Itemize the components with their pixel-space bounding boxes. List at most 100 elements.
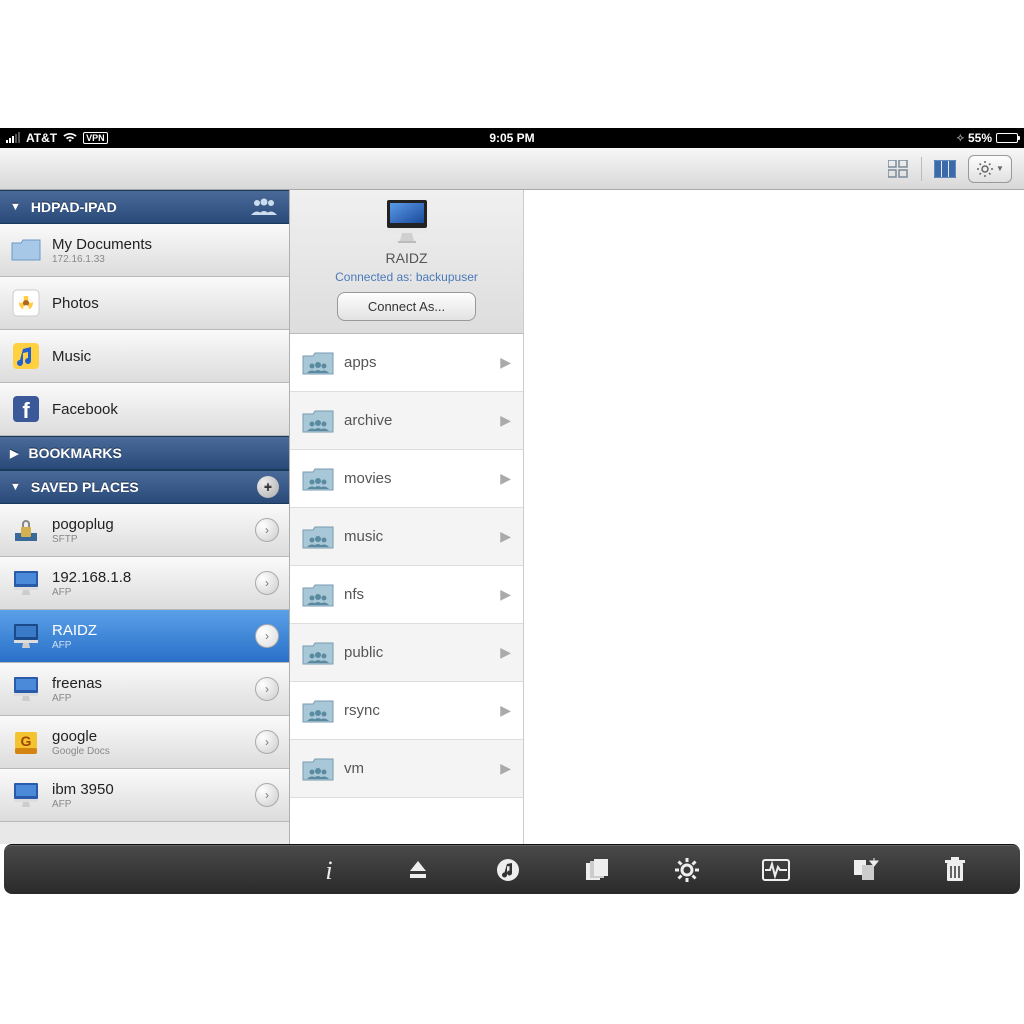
sidebar-item-label: 192.168.1.8 <box>52 569 245 586</box>
sidebar-item-sublabel: AFP <box>52 799 245 810</box>
server-name: RAIDZ <box>386 250 428 266</box>
sidebar-place-freenas[interactable]: freenas AFP › <box>0 663 289 716</box>
activity-icon[interactable] <box>760 854 792 886</box>
sidebar-item-label: ibm 3950 <box>52 781 245 798</box>
chevron-right-icon[interactable]: › <box>255 624 279 648</box>
info-icon[interactable]: i <box>313 854 345 886</box>
photos-icon <box>10 287 42 319</box>
sidebar-item-sublabel: AFP <box>52 640 245 651</box>
folder-row[interactable]: music ▶ <box>290 508 523 566</box>
svg-text:f: f <box>22 398 30 423</box>
server-header: RAIDZ Connected as: backupuser Connect A… <box>290 190 523 334</box>
sidebar-place-pogoplug[interactable]: pogoplug SFTP › <box>0 504 289 557</box>
sidebar: ▼ HDPAD-IPAD My Documents 172.16.1.33 <box>0 190 290 844</box>
sidebar-item-label: My Documents <box>52 236 279 253</box>
chevron-right-icon[interactable]: › <box>255 730 279 754</box>
folder-row[interactable]: archive ▶ <box>290 392 523 450</box>
shared-folder-icon <box>302 524 334 550</box>
folder-row[interactable]: rsync ▶ <box>290 682 523 740</box>
folder-list-column: RAIDZ Connected as: backupuser Connect A… <box>290 190 524 844</box>
section-header-bookmarks[interactable]: ▶ BOOKMARKS <box>0 436 289 470</box>
users-icon[interactable] <box>249 198 279 216</box>
sidebar-place-ip[interactable]: 192.168.1.8 AFP › <box>0 557 289 610</box>
chevron-right-icon: ▶ <box>500 586 511 603</box>
connect-as-button[interactable]: Connect As... <box>337 292 476 321</box>
shared-folder-icon <box>302 466 334 492</box>
folder-row[interactable]: movies ▶ <box>290 450 523 508</box>
eject-icon[interactable] <box>402 854 434 886</box>
vpn-badge: VPN <box>83 132 108 144</box>
add-place-button[interactable]: + <box>257 476 279 498</box>
folder-label: nfs <box>344 586 490 603</box>
folder-label: public <box>344 644 490 661</box>
chevron-right-icon[interactable]: › <box>255 783 279 807</box>
chevron-right-icon: ▶ <box>500 354 511 371</box>
battery-pct: 55% <box>968 131 992 145</box>
chevron-right-icon: ▶ <box>500 528 511 545</box>
grid-view-icon[interactable] <box>885 158 911 180</box>
chevron-right-icon: ▶ <box>500 644 511 661</box>
chevron-right-icon: ▶ <box>500 470 511 487</box>
server-connected-as: Connected as: backupuser <box>335 270 478 284</box>
section-title: HDPAD-IPAD <box>31 199 117 215</box>
gear-icon <box>976 160 994 178</box>
shared-folder-icon <box>302 350 334 376</box>
folder-row[interactable]: public ▶ <box>290 624 523 682</box>
sidebar-item-documents[interactable]: My Documents 172.16.1.33 <box>0 224 289 277</box>
chevron-right-icon[interactable]: › <box>255 571 279 595</box>
folder-label: rsync <box>344 702 490 719</box>
shared-folder-icon <box>302 408 334 434</box>
chevron-right-icon: ▶ <box>500 760 511 777</box>
toolbar-divider <box>921 157 922 181</box>
shared-folder-icon <box>302 582 334 608</box>
sidebar-item-label: RAIDZ <box>52 622 245 639</box>
transfer-icon[interactable] <box>850 854 882 886</box>
wifi-icon <box>63 133 77 143</box>
imac-icon <box>10 673 42 705</box>
folder-label: movies <box>344 470 490 487</box>
sidebar-item-music[interactable]: Music <box>0 330 289 383</box>
sidebar-place-raidz[interactable]: RAIDZ AFP › <box>0 610 289 663</box>
column-view-icon[interactable] <box>932 158 958 180</box>
trash-icon[interactable] <box>939 854 971 886</box>
chevron-right-icon[interactable]: › <box>255 518 279 542</box>
gear-icon[interactable] <box>671 854 703 886</box>
sidebar-item-label: google <box>52 728 245 745</box>
carrier-label: AT&T <box>26 131 57 145</box>
chevron-right-icon: ▶ <box>10 447 18 460</box>
section-header-device[interactable]: ▼ HDPAD-IPAD <box>0 190 289 224</box>
folder-label: music <box>344 528 490 545</box>
folder-row[interactable]: nfs ▶ <box>290 566 523 624</box>
folder-icon <box>10 234 42 266</box>
google-docs-icon: G <box>10 726 42 758</box>
top-toolbar: ▼ <box>0 148 1024 190</box>
sidebar-item-label: Music <box>52 348 279 365</box>
imac-icon <box>10 779 42 811</box>
sidebar-place-google[interactable]: G google Google Docs › <box>0 716 289 769</box>
sidebar-place-ibm[interactable]: ibm 3950 AFP › <box>0 769 289 822</box>
documents-icon[interactable] <box>581 854 613 886</box>
dropdown-arrow-icon: ▼ <box>996 164 1004 173</box>
shared-folder-icon <box>302 756 334 782</box>
settings-button[interactable]: ▼ <box>968 155 1012 183</box>
server-imac-icon <box>382 198 432 244</box>
signal-icon <box>6 133 20 143</box>
chevron-right-icon: ▶ <box>500 702 511 719</box>
sidebar-item-sublabel: Google Docs <box>52 746 245 757</box>
battery-icon <box>996 133 1018 143</box>
sidebar-item-facebook[interactable]: f Facebook <box>0 383 289 436</box>
imac-icon <box>10 567 42 599</box>
sidebar-item-label: Photos <box>52 295 279 312</box>
music-icon <box>10 340 42 372</box>
folder-row[interactable]: apps ▶ <box>290 334 523 392</box>
lock-icon <box>10 514 42 546</box>
note-icon[interactable] <box>492 854 524 886</box>
section-header-saved-places[interactable]: ▼ SAVED PLACES + <box>0 470 289 504</box>
folder-row[interactable]: vm ▶ <box>290 740 523 798</box>
sidebar-item-sublabel: AFP <box>52 693 245 704</box>
chevron-down-icon: ▼ <box>10 201 21 213</box>
sidebar-item-photos[interactable]: Photos <box>0 277 289 330</box>
chevron-right-icon[interactable]: › <box>255 677 279 701</box>
folder-label: vm <box>344 760 490 777</box>
svg-text:G: G <box>21 733 32 749</box>
